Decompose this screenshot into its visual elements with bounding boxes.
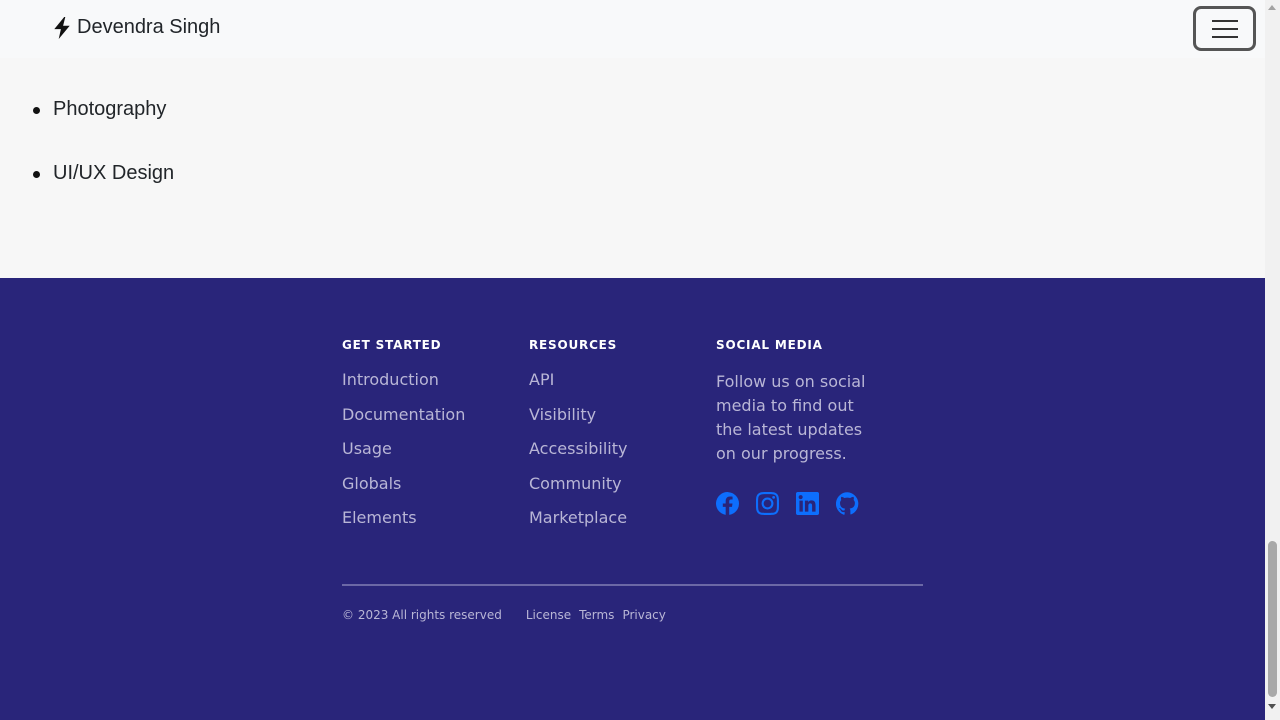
github-icon[interactable] bbox=[835, 492, 859, 515]
navbar: Devendra Singh bbox=[0, 0, 1265, 58]
instagram-icon[interactable] bbox=[756, 492, 779, 515]
list-item: Photography bbox=[32, 98, 167, 120]
brand-name: Devendra Singh bbox=[77, 16, 221, 38]
linkedin-icon[interactable] bbox=[796, 492, 819, 515]
terms-link[interactable]: Terms bbox=[579, 608, 614, 622]
footer-link-accessibility[interactable]: Accessibility bbox=[529, 439, 627, 458]
footer-divider bbox=[342, 584, 923, 586]
lightning-icon bbox=[54, 16, 70, 39]
footer-link-api[interactable]: API bbox=[529, 370, 554, 389]
footer-link-documentation[interactable]: Documentation bbox=[342, 405, 465, 424]
footer: GET STARTED Introduction Documentation U… bbox=[0, 278, 1265, 720]
footer-link-globals[interactable]: Globals bbox=[342, 474, 401, 493]
scroll-up-arrow-icon[interactable] bbox=[1268, 5, 1276, 10]
social-description: Follow us on social media to find out th… bbox=[716, 372, 866, 463]
license-link[interactable]: License bbox=[526, 608, 571, 622]
footer-link-elements[interactable]: Elements bbox=[342, 508, 417, 527]
social-icons bbox=[716, 492, 876, 515]
footer-link-marketplace[interactable]: Marketplace bbox=[529, 508, 627, 527]
footer-link-usage[interactable]: Usage bbox=[342, 439, 392, 458]
copyright-text: © 2023 All rights reserved bbox=[342, 608, 502, 622]
footer-link-introduction[interactable]: Introduction bbox=[342, 370, 439, 389]
footer-link-visibility[interactable]: Visibility bbox=[529, 405, 596, 424]
footer-col-get-started: GET STARTED Introduction Documentation U… bbox=[342, 338, 465, 543]
navbar-toggler-button[interactable] bbox=[1193, 6, 1256, 51]
brand-link[interactable]: Devendra Singh bbox=[53, 16, 220, 39]
footer-col-title: GET STARTED bbox=[342, 338, 442, 352]
list-item: UI/UX Design bbox=[32, 162, 175, 184]
hobbies-section: Photography UI/UX Design bbox=[0, 58, 1265, 278]
facebook-icon[interactable] bbox=[716, 492, 740, 515]
footer-col-title: SOCIAL MEDIA bbox=[716, 338, 823, 352]
footer-bottom: © 2023 All rights reserved License Terms… bbox=[342, 608, 666, 622]
vertical-scrollbar[interactable] bbox=[1265, 0, 1280, 720]
hamburger-menu-icon bbox=[1211, 19, 1238, 22]
footer-col-resources: RESOURCES API Visibility Accessibility C… bbox=[529, 338, 627, 543]
privacy-link[interactable]: Privacy bbox=[622, 608, 665, 622]
footer-link-community[interactable]: Community bbox=[529, 474, 622, 493]
scroll-down-arrow-icon[interactable] bbox=[1268, 704, 1276, 709]
scrollbar-thumb[interactable] bbox=[1268, 541, 1277, 697]
footer-col-social: SOCIAL MEDIA Follow us on social media t… bbox=[716, 338, 876, 515]
footer-col-title: RESOURCES bbox=[529, 338, 618, 352]
legal-links: License Terms Privacy bbox=[526, 608, 666, 622]
